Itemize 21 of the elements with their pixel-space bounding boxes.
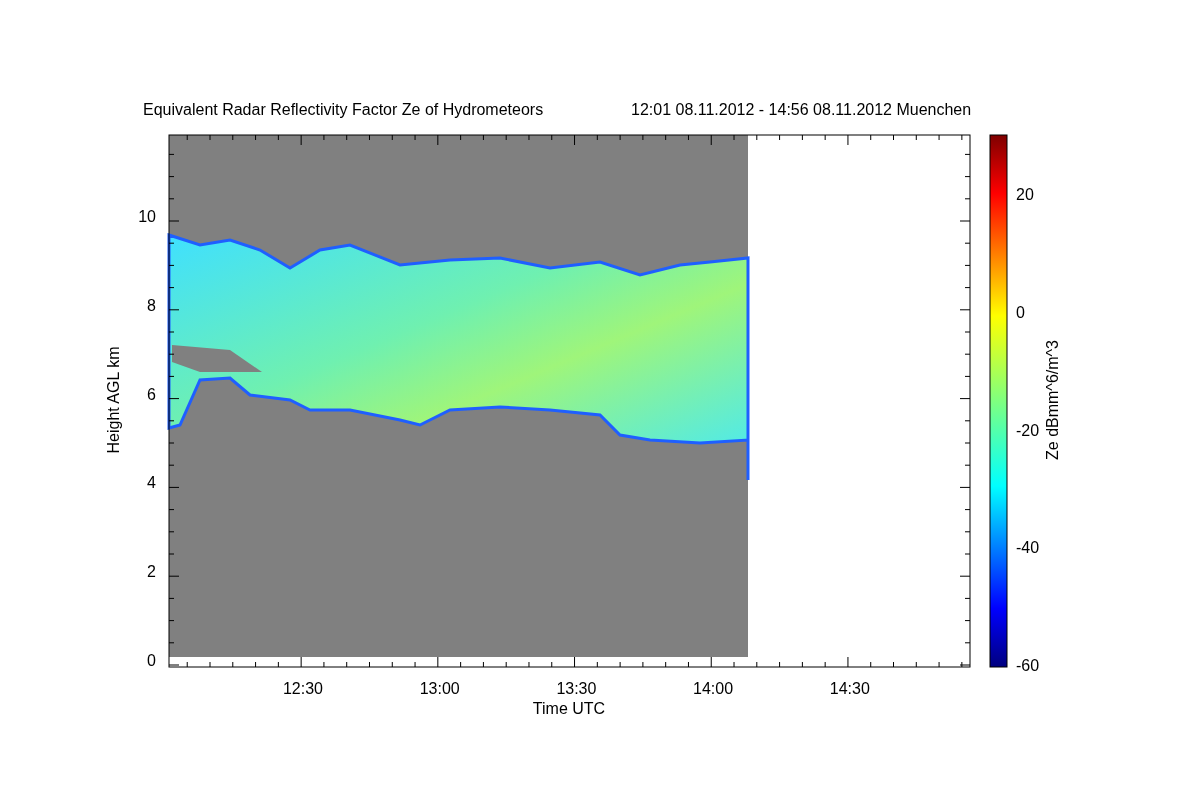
tick-label: 0 — [1016, 303, 1025, 321]
tick-label: 8 — [147, 296, 156, 314]
tick-label: -60 — [1016, 657, 1040, 675]
tick-label: 13:30 — [556, 680, 597, 697]
axis-title: Time UTC — [532, 700, 606, 717]
tick-label: 12:30 — [283, 680, 323, 697]
tick-label: 10 — [138, 208, 156, 225]
tick-label: 14:30 — [829, 680, 870, 697]
figure-title: Equivalent Radar Reflectivity Factor Ze of Hydrometeors — [143, 101, 544, 118]
tick-label: 0 — [147, 652, 156, 669]
tick-label: 20 — [1016, 186, 1034, 203]
tick-label: 14:00 — [693, 680, 734, 697]
tick-label: -40 — [1016, 539, 1040, 557]
colorbar-label: Ze dBmm^6/m^3 — [1044, 340, 1061, 460]
tick-label: 13:00 — [419, 680, 460, 697]
plot-period-text: 12:01 08.11.2012 - 14:56 08.11.2012 Muenchen — [631, 101, 972, 118]
tick-label: -20 — [1016, 421, 1040, 439]
axis-title: Height AGL km — [105, 346, 122, 454]
tick-label: 2 — [147, 563, 156, 581]
tick-label: 6 — [147, 385, 156, 403]
tick-label: 4 — [147, 474, 156, 492]
